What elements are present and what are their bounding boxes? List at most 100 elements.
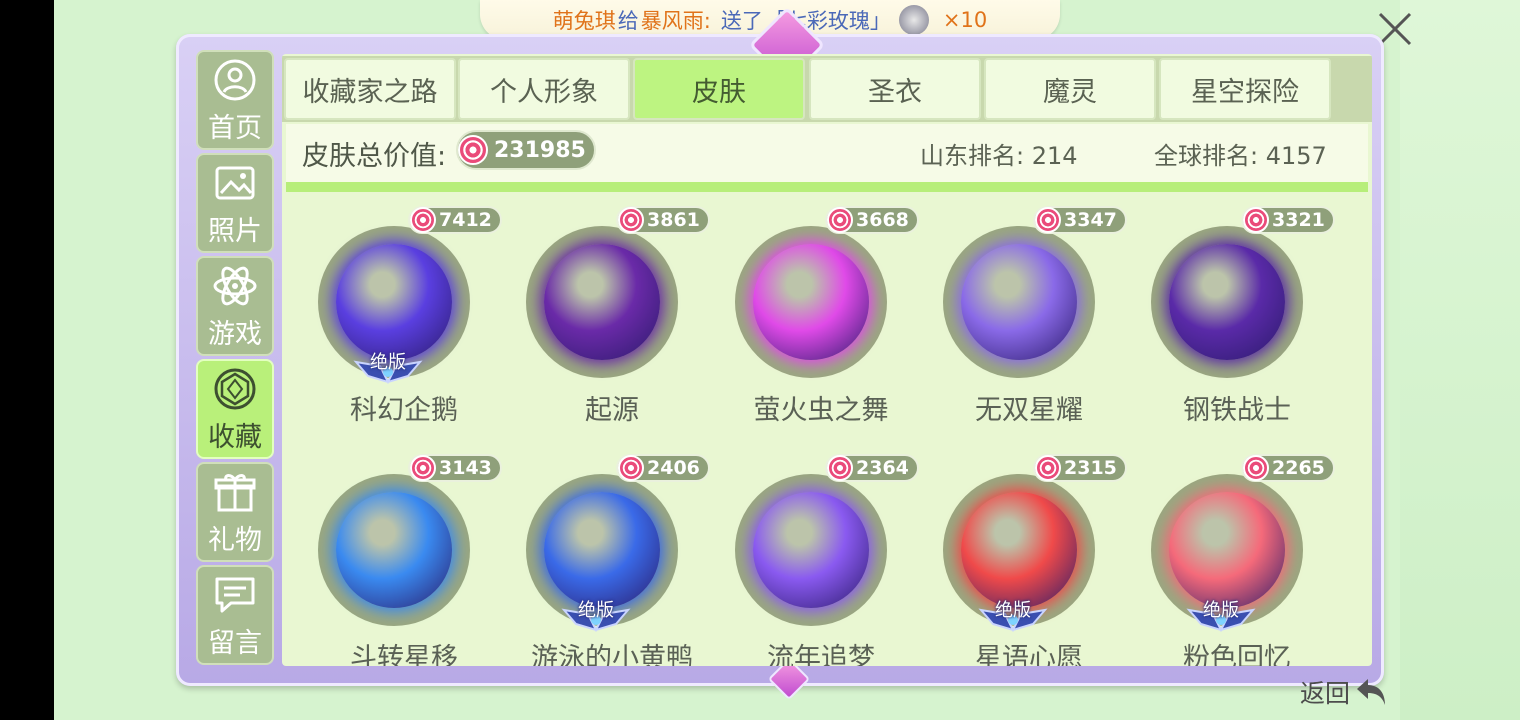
skin-price: 3347 xyxy=(1064,209,1117,231)
skin-orb-icon xyxy=(1169,492,1285,608)
sidebar-item-messages[interactable]: 留言 xyxy=(196,565,274,665)
skin-name: 斗转星移 xyxy=(350,643,458,666)
skin-item[interactable]: 3143 斗转星移 xyxy=(284,440,502,666)
skin-price: 2364 xyxy=(856,457,909,479)
skin-item[interactable]: 2265 绝版 粉色回忆 xyxy=(1117,440,1335,666)
tab-spirits[interactable]: 魔灵 xyxy=(984,58,1156,120)
back-label: 返回 xyxy=(1300,679,1351,708)
skin-price-badge: 3347 xyxy=(1033,206,1127,234)
sidebar-item-label: 游戏 xyxy=(208,318,262,350)
skin-item[interactable]: 3347 无双星耀 xyxy=(909,192,1127,432)
skin-item[interactable]: 2364 流年追梦 xyxy=(701,440,919,666)
tab-personal-image[interactable]: 个人形象 xyxy=(458,58,630,120)
skin-price: 2315 xyxy=(1064,457,1117,479)
message-icon xyxy=(215,577,255,612)
skin-item[interactable]: 7412 绝版科幻企鹅 xyxy=(284,192,502,432)
limited-edition-badge: 绝版 xyxy=(560,596,632,633)
currency-icon xyxy=(1243,455,1269,481)
sidebar: 首页 照片 游戏 收藏 礼物 留言 xyxy=(196,50,274,670)
skin-price-badge: 2315 xyxy=(1033,454,1127,482)
skin-price: 3861 xyxy=(647,209,700,231)
skin-price: 3668 xyxy=(856,209,909,231)
summary-bar: 皮肤总价值: 231985 山东排名: 214 全球排名: 4157 xyxy=(286,124,1368,192)
gift-icon xyxy=(898,5,929,35)
back-button[interactable]: 返回 xyxy=(1300,672,1400,712)
currency-icon xyxy=(618,207,644,233)
skin-price: 7412 xyxy=(439,209,492,231)
sidebar-item-label: 首页 xyxy=(208,112,262,144)
total-value-label: 皮肤总价值: xyxy=(302,141,447,172)
skin-item[interactable]: 2406 绝版游泳的小黄鸭 xyxy=(492,440,710,666)
total-value-badge: 231985 xyxy=(456,130,596,170)
skin-name: 科幻企鹅 xyxy=(350,395,458,426)
sidebar-item-label: 照片 xyxy=(208,215,262,247)
skin-price: 2265 xyxy=(1272,457,1325,479)
skin-price-badge: 3143 xyxy=(408,454,502,482)
skin-price-badge: 2364 xyxy=(825,454,919,482)
left-black-bar xyxy=(0,0,54,720)
skin-price-badge: 3668 xyxy=(825,206,919,234)
skin-orb-icon xyxy=(753,244,869,360)
back-arrow-icon xyxy=(1357,679,1386,705)
skin-item[interactable]: 3668 萤火虫之舞 xyxy=(701,192,919,432)
skin-price-badge: 2406 xyxy=(616,454,710,482)
banner-gave-word: 给 xyxy=(617,9,639,33)
skin-grid: 7412 绝版 科幻企鹅 3861 起源 3668 萤火虫之舞 3347 无双星耀 3321 钢铁战… xyxy=(282,192,1372,666)
currency-icon xyxy=(1035,455,1061,481)
currency-icon xyxy=(1035,207,1061,233)
sidebar-item-label: 收藏 xyxy=(208,421,262,453)
user-icon xyxy=(214,59,256,100)
currency-icon xyxy=(410,455,436,481)
total-value-amount: 231985 xyxy=(494,137,586,163)
tab-collector-road[interactable]: 收藏家之路 xyxy=(284,58,456,120)
skin-name: 钢铁战士 xyxy=(1183,395,1291,426)
skin-orb-icon xyxy=(544,492,660,608)
skin-item[interactable]: 3321 钢铁战士 xyxy=(1117,192,1335,432)
banner-sender: 萌兔琪 xyxy=(552,9,616,33)
skin-price: 3143 xyxy=(439,457,492,479)
skin-name: 流年追梦 xyxy=(767,643,875,666)
currency-icon xyxy=(618,455,644,481)
banner-qty: ×10 xyxy=(942,8,988,32)
sidebar-item-games[interactable]: 游戏 xyxy=(196,256,274,356)
skin-price: 3321 xyxy=(1272,209,1325,231)
skin-name: 起源 xyxy=(585,395,639,426)
content-panel: 收藏家之路 个人形象 皮肤 圣衣 魔灵 星空探险 皮肤总价值: 231985 山… xyxy=(282,54,1372,666)
skin-orb-icon xyxy=(336,492,452,608)
skin-orb-icon xyxy=(1169,244,1285,360)
skin-price-badge: 7412 xyxy=(408,206,502,234)
skin-name: 萤火虫之舞 xyxy=(753,395,889,426)
currency-icon xyxy=(458,135,488,165)
skin-price: 2406 xyxy=(647,457,700,479)
skin-orb-icon xyxy=(961,244,1077,360)
tab-skins[interactable]: 皮肤 xyxy=(633,58,805,120)
sidebar-item-collection[interactable]: 收藏 xyxy=(196,359,274,459)
skin-orb-icon xyxy=(336,244,452,360)
province-rank: 山东排名: 214 xyxy=(920,142,1078,170)
limited-badge-label: 绝版 xyxy=(995,600,1031,621)
skin-item[interactable]: 2315 绝版星语心愿 xyxy=(909,440,1127,666)
tab-star-adventure[interactable]: 星空探险 xyxy=(1159,58,1331,120)
sidebar-item-label: 留言 xyxy=(208,627,262,659)
limited-badge-label: 绝版 xyxy=(370,352,406,373)
sidebar-item-home[interactable]: 首页 xyxy=(196,50,274,150)
currency-icon xyxy=(410,207,436,233)
currency-icon xyxy=(827,207,853,233)
skin-item[interactable]: 3861 起源 xyxy=(492,192,710,432)
skin-name: 星语心愿 xyxy=(975,643,1083,666)
skin-name: 游泳的小黄鸭 xyxy=(531,643,693,666)
skin-orb-icon xyxy=(753,492,869,608)
banner-action: 送了 xyxy=(720,9,763,33)
tab-holy-armor[interactable]: 圣衣 xyxy=(809,58,981,120)
currency-icon xyxy=(827,455,853,481)
tab-bar: 收藏家之路 个人形象 皮肤 圣衣 魔灵 星空探险 xyxy=(282,56,1372,122)
currency-icon xyxy=(1243,207,1269,233)
limited-edition-badge: 绝版 xyxy=(977,596,1049,633)
limited-badge-label: 绝版 xyxy=(578,600,614,621)
sidebar-item-photos[interactable]: 照片 xyxy=(196,153,274,253)
atom-icon xyxy=(213,266,257,305)
image-icon xyxy=(215,166,255,199)
skin-price-badge: 2265 xyxy=(1241,454,1335,482)
sidebar-item-gifts[interactable]: 礼物 xyxy=(196,462,274,562)
skin-name: 无双星耀 xyxy=(975,395,1083,426)
